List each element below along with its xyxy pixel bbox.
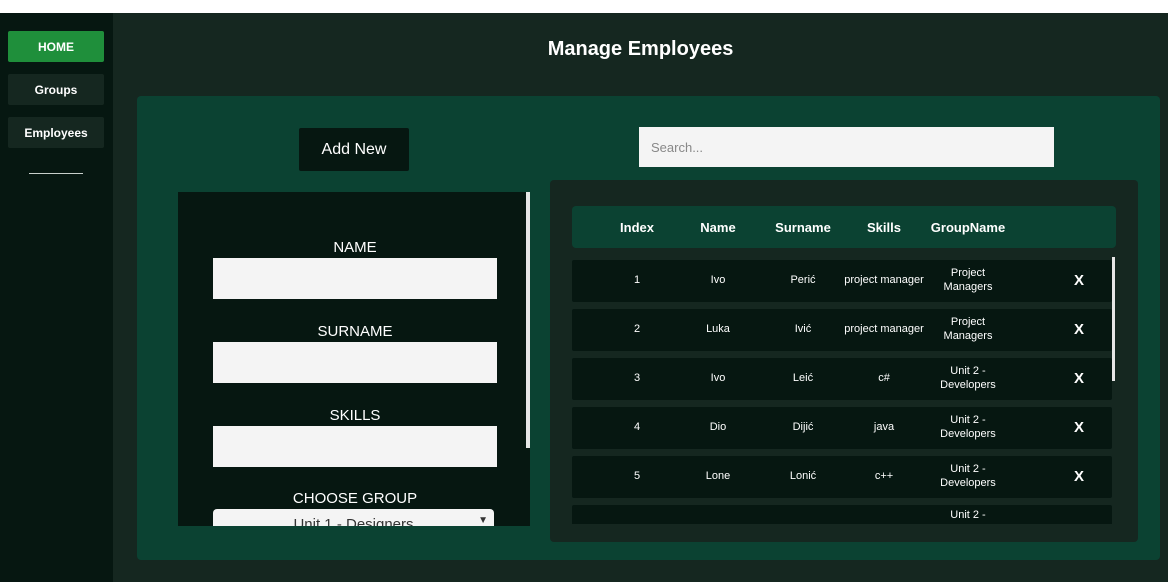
form-scrollbar[interactable] (526, 192, 530, 448)
delete-button[interactable]: X (1068, 260, 1090, 302)
table-body: 1 Ivo Perić project manager Project Mana… (572, 260, 1120, 524)
cell-name: Dio (709, 421, 727, 434)
cell-index: 1 (633, 274, 641, 287)
sidebar-item-employees[interactable]: Employees (8, 117, 104, 148)
cell-name: Luka (706, 323, 730, 336)
cell-skills: project manager (844, 323, 924, 336)
cell-skills: c# (878, 372, 890, 385)
sidebar: HOME Groups Employees (0, 13, 113, 582)
cell-skills: project manager (844, 274, 924, 287)
name-label: NAME (333, 239, 377, 256)
cell-surname: Perić (790, 274, 816, 287)
group-label: CHOOSE GROUP (292, 490, 418, 507)
cell-index: 2 (633, 323, 641, 336)
cell-name: Lone (705, 470, 731, 483)
cell-index: 4 (633, 421, 641, 434)
delete-button[interactable]: X (1068, 456, 1090, 498)
add-new-button[interactable]: Add New (299, 128, 409, 171)
column-header-index: Index (620, 219, 654, 235)
group-select[interactable]: Unit 1 - Designers ▼ (213, 509, 494, 526)
delete-button[interactable]: X (1068, 309, 1090, 351)
table-row: 2 Luka Ivić project manager Project Mana… (572, 309, 1112, 351)
column-header-skills: Skills (867, 219, 901, 235)
top-strip (0, 0, 1168, 13)
cell-group: Unit 2 - (950, 509, 986, 521)
app-window: HOME Groups Employees Manage Employees A… (0, 13, 1168, 582)
cell-group: Project Managers (943, 316, 993, 342)
table-row: 5 Lone Lonić c++ Unit 2 - Developers X (572, 456, 1112, 498)
column-header-surname: Surname (775, 219, 831, 235)
cell-surname: Ivić (794, 323, 812, 336)
table-row: 4 Dio Dijić java Unit 2 - Developers X (572, 407, 1112, 449)
cell-group: Unit 2 - Developers (940, 463, 996, 489)
group-select-value: Unit 1 - Designers (293, 515, 414, 527)
skills-label: SKILLS (329, 407, 381, 424)
column-header-name: Name (700, 219, 736, 235)
sidebar-item-label: Employees (24, 125, 88, 140)
name-field[interactable] (213, 258, 497, 299)
cell-surname: Lonić (789, 470, 817, 483)
sidebar-item-groups[interactable]: Groups (8, 74, 104, 105)
cell-surname: Leić (792, 372, 814, 385)
column-header-groupname: GroupName (930, 219, 1006, 235)
delete-button[interactable]: X (1068, 358, 1090, 400)
employee-table: Index Name Surname Skills GroupName 1 Iv… (550, 180, 1138, 542)
table-scrollbar[interactable] (1112, 257, 1115, 381)
table-row: Unit 2 - (572, 505, 1112, 524)
main-panel: Add New NAME SURNAME SKILLS CHOOSE GROUP… (137, 96, 1160, 560)
cell-skills: c++ (874, 470, 894, 483)
cell-name: Ivo (710, 372, 726, 385)
surname-field[interactable] (213, 342, 497, 383)
cell-name: Ivo (710, 274, 726, 287)
table-row: 3 Ivo Leić c# Unit 2 - Developers X (572, 358, 1112, 400)
skills-field[interactable] (213, 426, 497, 467)
cell-index: 5 (633, 470, 641, 483)
surname-label: SURNAME (317, 323, 393, 340)
sidebar-item-home[interactable]: HOME (8, 31, 104, 62)
table-row: 1 Ivo Perić project manager Project Mana… (572, 260, 1112, 302)
sidebar-item-label: Groups (34, 82, 78, 97)
cell-group: Project Managers (943, 267, 993, 293)
employee-form: NAME SURNAME SKILLS CHOOSE GROUP Unit 1 … (178, 192, 530, 526)
cell-group: Unit 2 - Developers (940, 414, 996, 440)
sidebar-divider (29, 173, 83, 174)
delete-button[interactable]: X (1068, 407, 1090, 449)
sidebar-item-label: HOME (38, 39, 74, 54)
cell-index: 3 (633, 372, 641, 385)
chevron-down-icon: ▼ (478, 515, 488, 526)
table-header: Index Name Surname Skills GroupName (572, 206, 1116, 248)
search-input[interactable] (639, 127, 1054, 167)
cell-skills: java (873, 421, 895, 434)
cell-surname: Dijić (792, 421, 814, 434)
cell-group: Unit 2 - Developers (940, 365, 996, 391)
page-title: Manage Employees (547, 38, 734, 60)
